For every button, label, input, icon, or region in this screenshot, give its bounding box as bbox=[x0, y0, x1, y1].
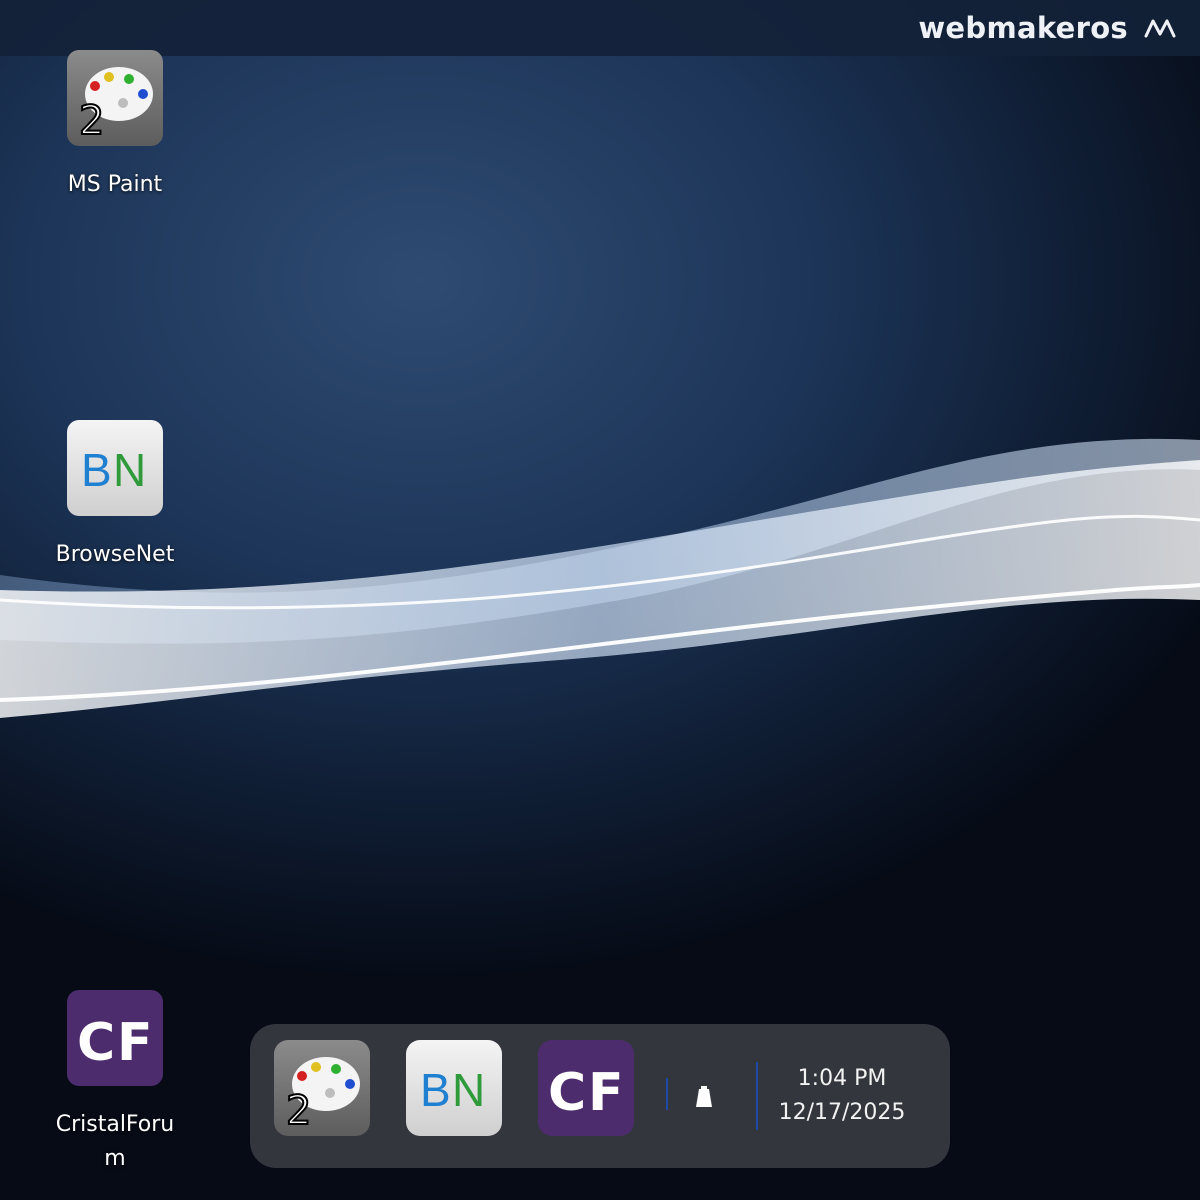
top-bar: webmakeros bbox=[0, 0, 1200, 56]
taskbar-divider bbox=[756, 1062, 758, 1130]
desktop-icon-label: MS Paint bbox=[67, 172, 163, 197]
svg-text:N: N bbox=[113, 444, 146, 496]
svg-text:2: 2 bbox=[79, 98, 104, 144]
taskbar-app-ms-paint[interactable]: 2 bbox=[274, 1040, 370, 1136]
battery-icon[interactable] bbox=[694, 1086, 714, 1108]
svg-text:B: B bbox=[420, 1064, 451, 1116]
svg-text:C: C bbox=[548, 1063, 586, 1123]
svg-text:C: C bbox=[77, 1013, 115, 1073]
desktop-icon-label: BrowseNet bbox=[55, 542, 175, 567]
svg-text:F: F bbox=[588, 1063, 624, 1123]
desktop-icon-browsenet[interactable]: B N BrowseNet bbox=[35, 420, 195, 572]
browsenet-icon: B N bbox=[420, 1064, 485, 1116]
clock-date: 12/17/2025 bbox=[778, 1100, 906, 1125]
brand-name: webmakeros bbox=[918, 11, 1128, 45]
taskbar-app-browsenet[interactable]: B N bbox=[406, 1040, 502, 1136]
desktop-icon-label: CristalForum bbox=[55, 1112, 175, 1171]
svg-text:2: 2 bbox=[286, 1088, 311, 1134]
cristalforum-icon: C F bbox=[548, 1063, 624, 1123]
cristalforum-icon: C F bbox=[67, 990, 163, 1086]
paint-palette-icon: 2 bbox=[285, 1057, 360, 1135]
svg-text:F: F bbox=[117, 1013, 153, 1073]
browsenet-icon: B N bbox=[67, 420, 163, 516]
svg-text:B: B bbox=[81, 444, 112, 496]
clock[interactable]: 1:04 PM 12/17/2025 bbox=[772, 1062, 912, 1130]
clock-time: 1:04 PM bbox=[797, 1066, 887, 1091]
taskbar-app-cristalforum[interactable]: C F bbox=[538, 1040, 634, 1136]
desktop-icon-ms-paint[interactable]: 2 MS Paint bbox=[35, 50, 195, 202]
paint-palette-icon: 2 bbox=[67, 50, 163, 146]
webmakeros-logo-icon[interactable] bbox=[1144, 16, 1176, 40]
taskbar-divider bbox=[666, 1078, 668, 1110]
taskbar: 2 B N C F 1:04 PM 12/17/2025 bbox=[250, 1024, 950, 1168]
desktop-icon-cristalforum[interactable]: C F CristalForum bbox=[35, 990, 195, 1176]
svg-text:N: N bbox=[452, 1064, 485, 1116]
